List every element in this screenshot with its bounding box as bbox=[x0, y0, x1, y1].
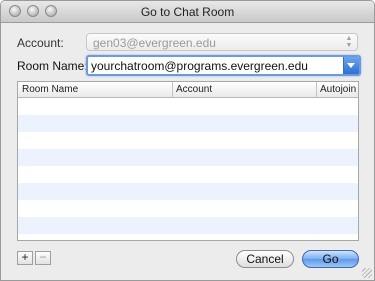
table-header: Room Name Account Autojoin bbox=[18, 82, 358, 98]
table-row[interactable] bbox=[18, 132, 358, 149]
go-button[interactable]: Go bbox=[302, 250, 359, 268]
up-down-arrows-icon: ▲ ▼ bbox=[345, 35, 353, 49]
resize-grip-icon[interactable] bbox=[362, 268, 372, 278]
chat-room-table[interactable]: Room Name Account Autojoin bbox=[17, 81, 359, 241]
table-row[interactable] bbox=[18, 115, 358, 132]
table-body bbox=[18, 98, 358, 240]
cancel-button[interactable]: Cancel bbox=[236, 250, 294, 268]
table-row[interactable] bbox=[18, 166, 358, 183]
room-name-input[interactable]: yourchatroom@programs.evergreen.edu bbox=[91, 59, 308, 73]
title-bar: Go to Chat Room bbox=[1, 1, 374, 23]
chevron-down-icon[interactable] bbox=[343, 57, 359, 74]
column-header-room-name[interactable]: Room Name bbox=[22, 84, 78, 95]
go-to-chat-room-window: Go to Chat Room Account: gen03@evergreen… bbox=[0, 0, 375, 281]
room-name-combobox[interactable]: yourchatroom@programs.evergreen.edu bbox=[86, 55, 361, 76]
room-name-label: Room Name: bbox=[17, 59, 88, 73]
table-row[interactable] bbox=[18, 183, 358, 200]
account-popup[interactable]: gen03@evergreen.edu ▲ ▼ bbox=[86, 33, 358, 51]
table-row[interactable] bbox=[18, 200, 358, 217]
add-room-button[interactable]: + bbox=[17, 251, 33, 265]
column-header-autojoin[interactable]: Autojoin bbox=[320, 84, 356, 95]
table-row[interactable] bbox=[18, 217, 358, 234]
table-row[interactable] bbox=[18, 234, 358, 240]
remove-room-button[interactable]: − bbox=[35, 251, 51, 265]
account-value: gen03@evergreen.edu bbox=[93, 36, 216, 50]
window-title: Go to Chat Room bbox=[140, 5, 235, 19]
account-label: Account: bbox=[17, 36, 64, 50]
table-row[interactable] bbox=[18, 149, 358, 166]
table-row[interactable] bbox=[18, 98, 358, 115]
column-divider[interactable] bbox=[316, 82, 317, 97]
column-divider[interactable] bbox=[172, 82, 173, 97]
column-header-account[interactable]: Account bbox=[176, 84, 212, 95]
